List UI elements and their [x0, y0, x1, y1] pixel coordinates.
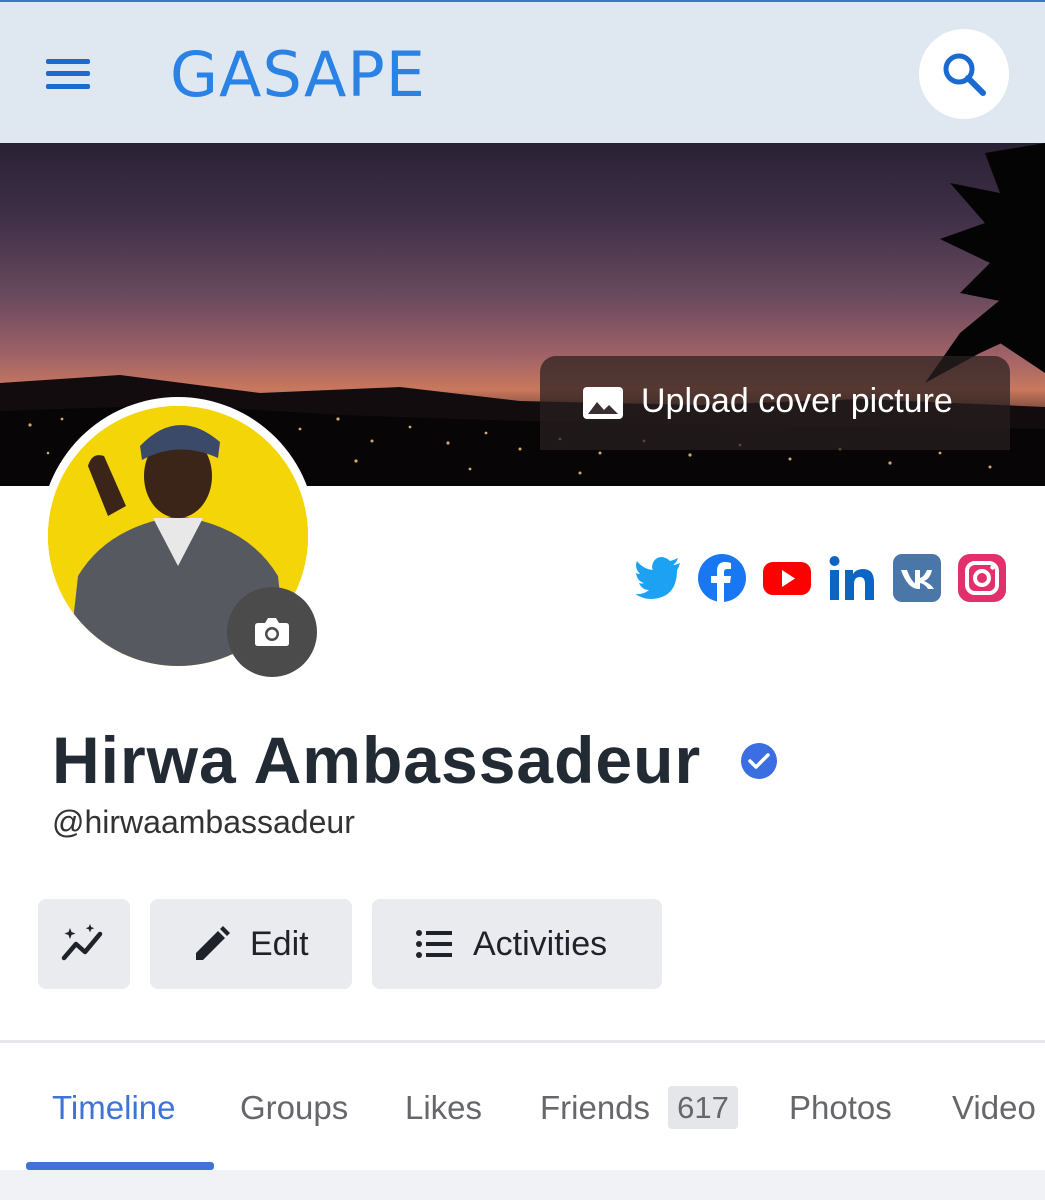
search-icon	[943, 53, 986, 96]
upload-cover-button[interactable]: Upload cover picture	[540, 356, 1010, 450]
tab-likes[interactable]: Likes	[405, 1086, 482, 1130]
search-button[interactable]	[919, 29, 1009, 119]
youtube-icon[interactable]	[762, 553, 812, 603]
profile-handle: @hirwaambassadeur	[52, 804, 355, 840]
friends-count-badge: 617	[668, 1086, 738, 1129]
activities-label: Activities	[473, 925, 608, 963]
sparkle-chart-icon	[61, 924, 103, 961]
tab-video[interactable]: Video	[952, 1086, 1036, 1130]
facebook-icon[interactable]	[697, 553, 747, 603]
hamburger-icon[interactable]	[40, 54, 96, 94]
tab-groups[interactable]: Groups	[240, 1086, 348, 1130]
tab-timeline[interactable]: Timeline	[52, 1086, 175, 1130]
profile-name: Hirwa Ambassadeur	[52, 723, 702, 797]
edit-button[interactable]: Edit	[150, 899, 352, 989]
tab-friends[interactable]: Friends	[540, 1086, 650, 1130]
camera-icon	[255, 618, 289, 646]
linkedin-icon[interactable]	[827, 553, 877, 603]
list-icon	[416, 930, 452, 958]
instagram-icon[interactable]	[957, 553, 1007, 603]
change-avatar-button[interactable]	[227, 587, 317, 677]
vk-icon[interactable]	[892, 553, 942, 603]
tab-photos[interactable]: Photos	[789, 1086, 892, 1130]
twitter-icon[interactable]	[633, 553, 683, 603]
edit-label: Edit	[250, 925, 309, 963]
verified-badge-icon	[741, 743, 777, 779]
activities-button[interactable]: Activities	[372, 899, 662, 989]
pencil-icon	[196, 926, 230, 960]
section-divider	[0, 1040, 1045, 1043]
app-logo[interactable]: GASAPE	[170, 40, 426, 110]
upload-cover-label: Upload cover picture	[641, 382, 953, 420]
page-background-strip	[0, 1170, 1045, 1200]
top-app-bar: GASAPE	[0, 0, 1045, 143]
active-tab-indicator	[26, 1162, 214, 1170]
stats-button[interactable]	[38, 899, 130, 989]
image-icon	[583, 387, 623, 419]
